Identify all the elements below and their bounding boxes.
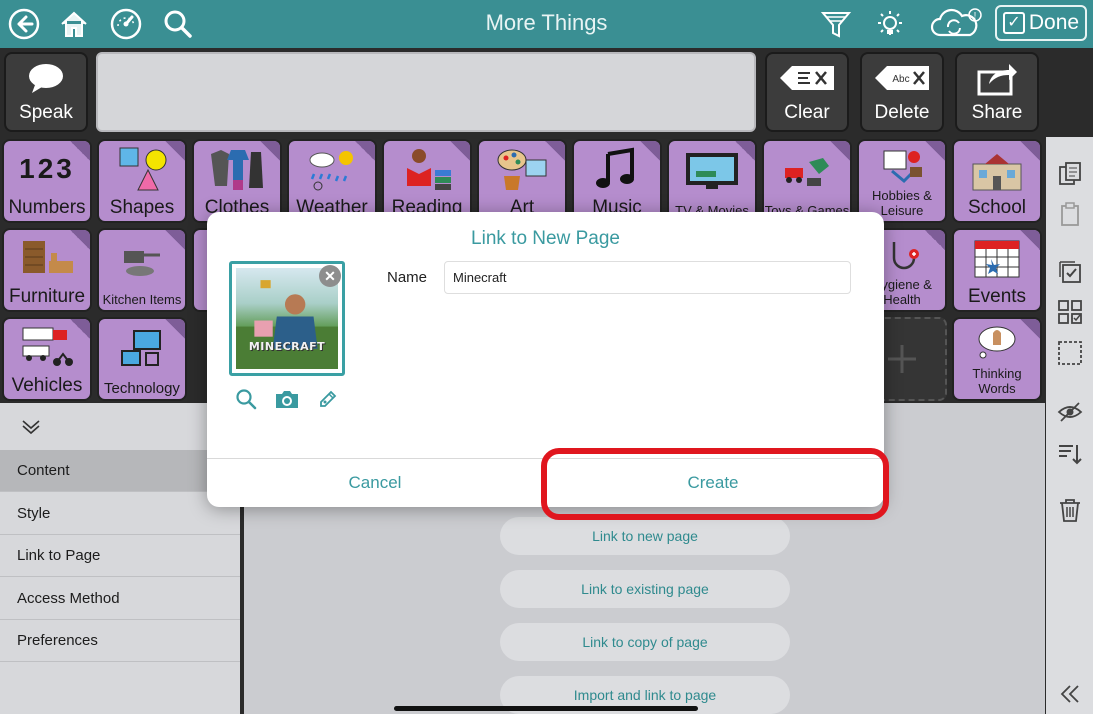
copy-icon[interactable] [1057, 161, 1083, 187]
grid-cell-tv-movies[interactable]: TV & Movies [667, 139, 757, 223]
collapse-left-icon[interactable] [1057, 681, 1083, 707]
link-to-copy-of-page-button[interactable]: Link to copy of page [500, 623, 790, 661]
grid-cell-label: Kitchen Items [102, 292, 182, 307]
marquee-select-icon[interactable] [1057, 340, 1083, 366]
link-to-existing-page-button[interactable]: Link to existing page [500, 570, 790, 608]
reading-icon [384, 141, 470, 197]
done-label: Done [1028, 11, 1080, 34]
grid-cell-music[interactable]: Music [572, 139, 662, 223]
calendar-icon [954, 230, 1040, 286]
furniture-icon [4, 230, 90, 286]
clear-button[interactable]: Clear [765, 52, 849, 132]
grid-cell-clothes[interactable]: Clothes [192, 139, 282, 223]
brightness-icon[interactable] [872, 6, 908, 42]
speak-button[interactable]: Speak [4, 52, 88, 132]
checkmark-icon: ✓ [1002, 12, 1025, 34]
page-name-input[interactable] [444, 261, 851, 294]
grid-cell-label: Vehicles [11, 375, 83, 396]
delete-button[interactable]: Abc Delete [860, 52, 944, 132]
link-to-new-page-dialog: Link to New Page MINECRAFT ✕ Name Cancel… [207, 212, 884, 507]
clear-label: Clear [784, 102, 830, 123]
hide-eye-icon[interactable] [1057, 399, 1083, 425]
link-to-new-page-button[interactable]: Link to new page [500, 517, 790, 555]
poster-title: MINECRAFT [248, 340, 326, 353]
delete-label: Delete [874, 102, 930, 123]
weather-icon [289, 141, 375, 197]
menu-item-access-method[interactable]: Access Method [0, 578, 240, 620]
top-toolbar: More Things ! ✓ Done [0, 0, 1093, 48]
sort-icon[interactable] [1057, 441, 1083, 467]
thinking-icon [954, 319, 1040, 366]
grid-cell-toys-games[interactable]: Toys & Games [762, 139, 852, 223]
menu-item-link-to-page[interactable]: Link to Page [0, 535, 240, 577]
grid-cell-label: School [967, 197, 1027, 218]
toys-icon [764, 141, 850, 203]
home-indicator [394, 706, 698, 711]
edit-sidebar [1046, 137, 1093, 714]
menu-item-style[interactable]: Style [0, 493, 240, 535]
dialog-title: Link to New Page [471, 228, 620, 249]
grid-cell-label: Events [967, 286, 1027, 307]
grid-cell-label: Thinking Words [972, 366, 1022, 396]
speak-label: Speak [19, 102, 73, 123]
grid-cell-label: Technology [104, 380, 180, 397]
grid-cell-weather[interactable]: Weather [287, 139, 377, 223]
shapes-icon [99, 141, 185, 197]
grid-cell-art[interactable]: Art [477, 139, 567, 223]
backspace-icon: Abc [873, 54, 931, 102]
grid-cell-kitchen-items[interactable]: Kitchen Items [97, 228, 187, 312]
message-text-box[interactable] [96, 52, 756, 132]
menu-item-content[interactable]: Content [0, 450, 240, 492]
paste-icon[interactable] [1057, 201, 1083, 227]
chevron-down-icon[interactable] [20, 415, 42, 442]
clear-icon [778, 54, 836, 102]
remove-image-close-icon[interactable]: ✕ [319, 265, 341, 287]
share-label: Share [971, 102, 1023, 123]
grid-cell-reading[interactable]: Reading [382, 139, 472, 223]
grid-cell-label: Furniture [8, 286, 86, 307]
grid-select-icon[interactable] [1057, 299, 1083, 325]
school-icon [954, 141, 1040, 197]
vehicles-icon [4, 319, 90, 375]
cloud-sync-icon[interactable]: ! [930, 6, 982, 42]
name-label: Name [387, 269, 428, 286]
trash-icon[interactable] [1057, 497, 1083, 523]
svg-text:Abc: Abc [892, 74, 909, 85]
tv-icon [669, 141, 755, 203]
camera-icon[interactable] [274, 386, 300, 412]
clothes-icon [194, 141, 280, 197]
edit-image-icon[interactable] [315, 386, 341, 412]
numbers-glyph: 123 [19, 153, 75, 184]
menu-item-preferences[interactable]: Preferences [0, 620, 240, 662]
share-button[interactable]: Share [955, 52, 1039, 132]
grid-cell-label: Numbers [8, 197, 86, 218]
music-note-icon [574, 141, 660, 197]
computer-icon [99, 319, 185, 380]
grid-cell-label: Shapes [109, 197, 175, 218]
message-bar: Speak Clear Abc Delete Share [0, 48, 1045, 136]
search-image-icon[interactable] [233, 386, 259, 412]
filter-icon[interactable] [818, 6, 854, 42]
inspector-menu: Content Style Link to Page Access Method… [0, 403, 240, 714]
grid-cell-shapes[interactable]: Shapes [97, 139, 187, 223]
done-button[interactable]: ✓ Done [995, 5, 1087, 41]
grid-cell-numbers[interactable]: 123 Numbers [2, 139, 92, 223]
grid-cell-hobbies[interactable]: Hobbies & Leisure [857, 139, 947, 223]
grid-cell-technology[interactable]: Technology [97, 317, 187, 401]
kitchen-icon [99, 230, 185, 292]
create-button[interactable]: Create [545, 459, 881, 507]
grid-cell-furniture[interactable]: Furniture [2, 228, 92, 312]
hobbies-icon [859, 141, 945, 188]
sync-badge: ! [974, 11, 977, 21]
grid-cell-thinking-words[interactable]: Thinking Words [952, 317, 1042, 401]
art-palette-icon [479, 141, 565, 197]
select-check-icon[interactable] [1057, 259, 1083, 285]
cancel-button[interactable]: Cancel [207, 459, 543, 507]
grid-cell-school[interactable]: School [952, 139, 1042, 223]
speech-bubble-icon [26, 54, 66, 102]
grid-cell-events[interactable]: Events [952, 228, 1042, 312]
grid-cell-vehicles[interactable]: Vehicles [2, 317, 92, 401]
share-icon [975, 54, 1019, 102]
